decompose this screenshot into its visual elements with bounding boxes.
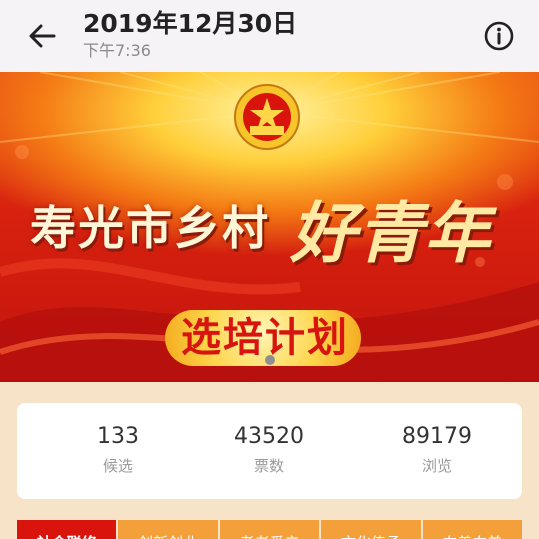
page-title: 2019年12月30日 <box>83 9 298 38</box>
stat-views: 89179 浏览 <box>367 423 507 477</box>
stat-label: 候选 <box>102 457 133 475</box>
back-button[interactable] <box>22 16 62 56</box>
stat-value: 133 <box>97 424 139 449</box>
banner-headline-script: 好青年 <box>290 194 491 272</box>
stat-value: 89179 <box>402 424 472 449</box>
info-button[interactable] <box>483 20 515 52</box>
stat-votes: 43520 票数 <box>199 423 339 477</box>
stat-label: 票数 <box>253 457 284 475</box>
tab-filial[interactable]: 孝老爱亲 <box>219 520 320 539</box>
stats-card: 133 候选 43520 票数 89179 浏览 <box>17 403 522 499</box>
app-bar: 2019年12月30日 下午7:36 <box>0 0 539 72</box>
stat-label: 浏览 <box>421 457 452 475</box>
tab-kindness[interactable]: 向善向美 <box>422 520 523 539</box>
banner-carousel[interactable]: 寿光市乡村 好青年 选培计划 <box>0 72 539 382</box>
carousel-indicator[interactable] <box>265 355 275 365</box>
arrow-left-icon <box>29 24 56 48</box>
tab-culture[interactable]: 文化传承 <box>321 520 421 539</box>
stat-candidates: 133 候选 <box>48 423 188 477</box>
title-block: 2019年12月30日 下午7:36 <box>83 8 297 61</box>
info-circle-icon <box>484 21 514 51</box>
category-tabs: 社会联络 创新创业 孝老爱亲 文化传承 向善向美 <box>17 520 523 539</box>
tab-innovation[interactable]: 创新创业 <box>118 520 218 539</box>
banner-headline: 寿光市乡村 <box>30 201 270 255</box>
page-subtitle: 下午7:36 <box>83 41 151 60</box>
tab-social[interactable]: 社会联络 <box>17 520 117 539</box>
league-emblem <box>232 82 302 152</box>
stat-value: 43520 <box>234 424 304 449</box>
